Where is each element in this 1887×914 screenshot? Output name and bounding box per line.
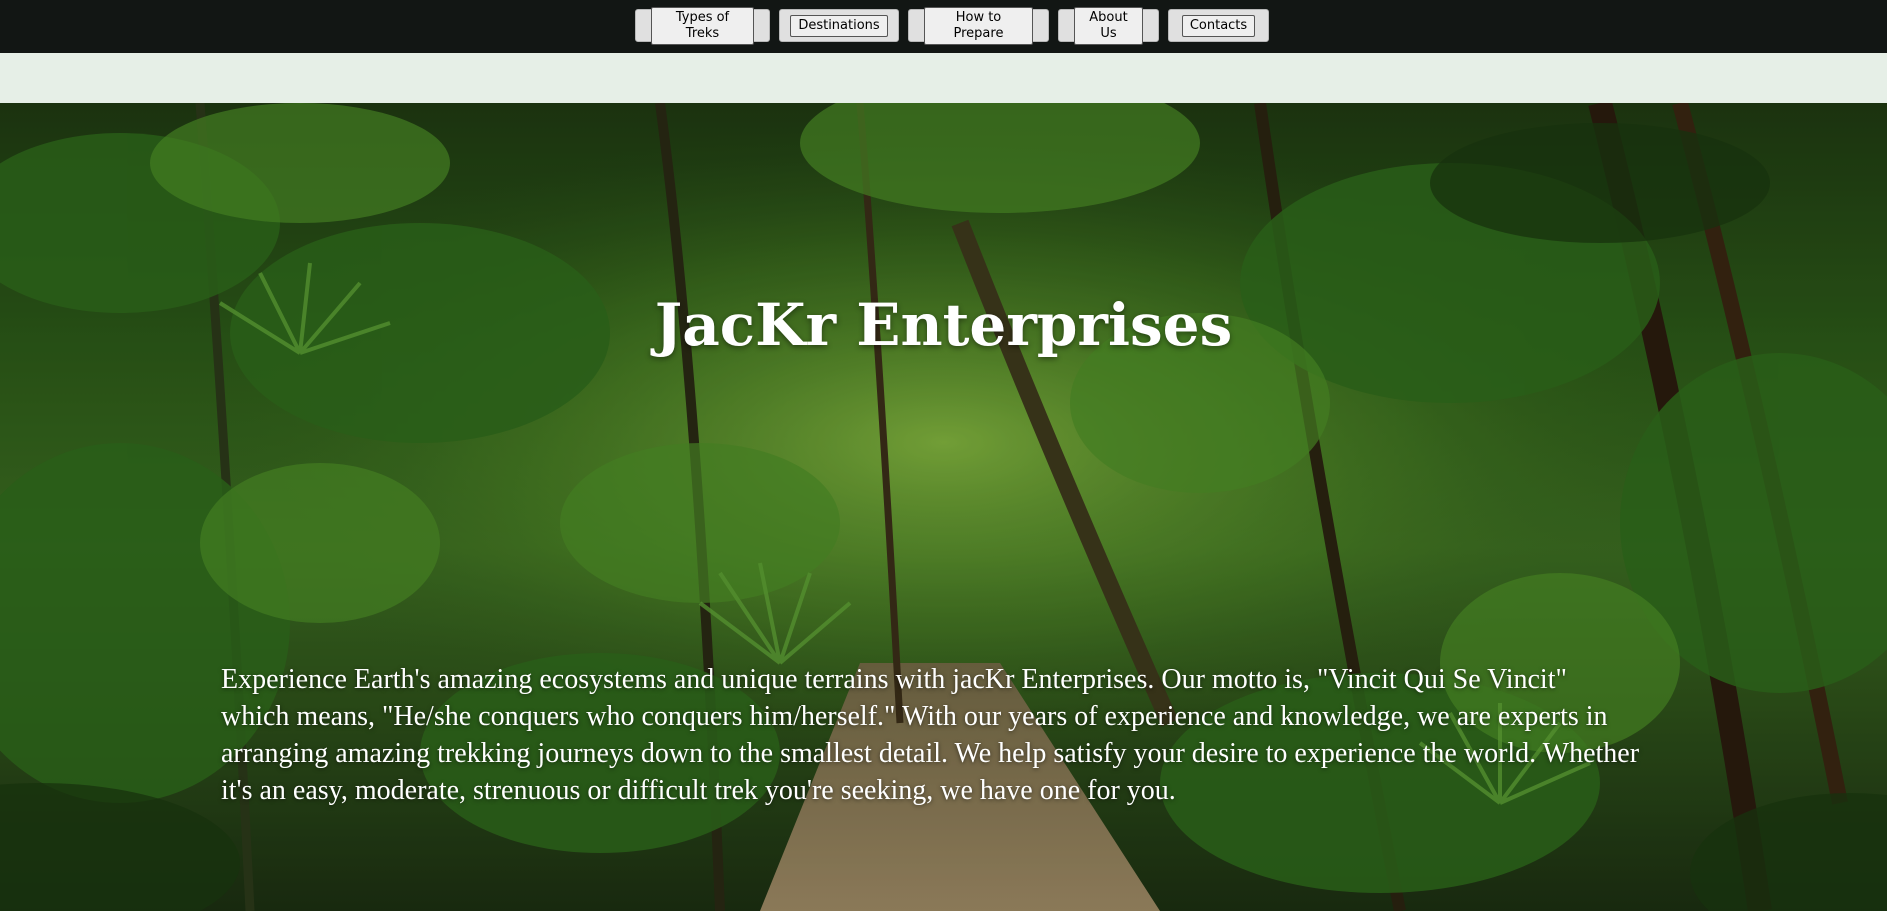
top-navigation-bar: Types of Treks Destinations How to Prepa… bbox=[0, 0, 1887, 53]
destinations-button[interactable]: Destinations bbox=[790, 14, 888, 37]
intro-paragraph: Experience Earth's amazing ecosystems an… bbox=[221, 664, 1640, 806]
nav-tab-contacts: Contacts bbox=[1168, 9, 1269, 42]
nav-tab-destinations: Destinations bbox=[779, 9, 899, 42]
secondary-bar bbox=[0, 53, 1887, 103]
nav-tab-about-us: About Us bbox=[1058, 6, 1159, 45]
nav-tab-types-of-treks: Types of Treks bbox=[635, 6, 770, 45]
main-nav: Types of Treks Destinations How to Prepa… bbox=[635, 6, 1269, 45]
types-of-treks-button[interactable]: Types of Treks bbox=[651, 6, 754, 45]
how-to-prepare-button[interactable]: How to Prepare bbox=[924, 6, 1033, 45]
about-us-button[interactable]: About Us bbox=[1074, 6, 1143, 45]
site-title: JacKr Enterprises bbox=[654, 291, 1233, 359]
nav-tab-how-to-prepare: How to Prepare bbox=[908, 6, 1049, 45]
contacts-button[interactable]: Contacts bbox=[1181, 14, 1256, 37]
hero-section: JacKr Enterprises Experience Earth's ama… bbox=[0, 103, 1887, 911]
